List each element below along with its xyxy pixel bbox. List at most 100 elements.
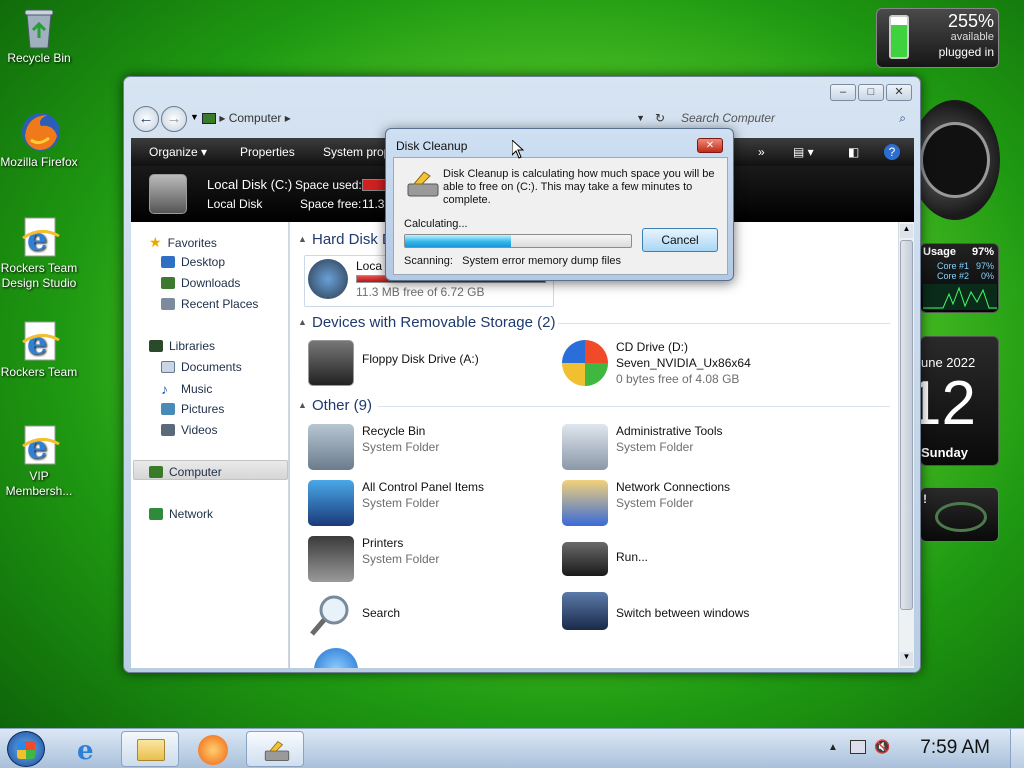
control-panel-item[interactable]: All Control Panel Items System Folder	[308, 480, 484, 526]
media-player-icon	[198, 735, 228, 765]
taskbar-explorer-button[interactable]	[121, 731, 179, 767]
minimize-button[interactable]: –	[830, 84, 856, 101]
nav-downloads[interactable]: Downloads	[161, 276, 240, 290]
nav-pictures[interactable]: Pictures	[161, 402, 224, 416]
disk-cleanup-dialog[interactable]: Disk Cleanup ✕ Disk Cleanup is calculati…	[385, 128, 734, 281]
downloads-icon	[161, 277, 175, 289]
start-button[interactable]	[7, 731, 45, 767]
nav-network[interactable]: Network	[149, 507, 213, 521]
group-hard-disk[interactable]: Hard Disk D	[312, 231, 393, 248]
network-tray-icon[interactable]	[850, 740, 866, 754]
local-disk-free: 11.3 MB free of 6.72 GB	[356, 285, 485, 299]
search-placeholder: Search Computer	[681, 111, 776, 125]
cpu-usage-label: Usage	[923, 246, 957, 258]
collapse-hdd-icon[interactable]: ▲	[298, 234, 307, 244]
nav-music[interactable]: ♪ Music	[161, 381, 212, 397]
recent-pages-chevron-icon[interactable]: ▼	[190, 112, 199, 122]
collapse-other-icon[interactable]: ▲	[298, 400, 307, 410]
desktop-icon-recycle-bin[interactable]: Recycle Bin	[0, 6, 78, 66]
change-view-icon[interactable]: ▤ ▾	[793, 145, 814, 159]
libraries-icon	[149, 340, 163, 352]
forward-button[interactable]: →	[161, 106, 187, 132]
battery-power: plugged in	[938, 45, 994, 59]
nav-documents[interactable]: Documents	[161, 360, 242, 374]
item-name: Search	[362, 606, 401, 620]
run-icon	[562, 542, 608, 576]
desktop-icon-firefox[interactable]: Mozilla Firefox	[0, 110, 78, 170]
address-bar[interactable]: ▸ Computer ▸ ▼ ↻	[202, 107, 667, 129]
firefox-icon	[19, 110, 60, 152]
desktop-icon-vip[interactable]: e VIP Membersh...	[0, 424, 78, 499]
scroll-up-arrow-icon[interactable]: ▲	[900, 224, 913, 238]
nav-computer[interactable]: Computer	[149, 465, 222, 479]
ie-icon: e	[19, 216, 60, 258]
drive-icon	[149, 174, 187, 214]
switch-windows-icon	[562, 592, 608, 630]
nav-label: Documents	[181, 360, 242, 374]
cpu-gadget[interactable]: Usage 97% Core #1 97% Core #2 0%	[920, 243, 999, 313]
battery-gadget[interactable]: 255% available plugged in	[876, 8, 999, 68]
search-input[interactable]: Search Computer ⌕	[677, 107, 912, 129]
breadcrumb-computer[interactable]: Computer	[229, 111, 282, 125]
organize-button[interactable]: Organize ▾	[149, 145, 207, 159]
floppy-drive-icon	[308, 340, 354, 386]
group-other[interactable]: Other (9)	[312, 397, 372, 414]
nav-libraries[interactable]: Libraries	[149, 339, 215, 353]
nav-recent-places[interactable]: Recent Places	[161, 297, 258, 311]
nvidia-gadget[interactable]: !	[920, 487, 999, 542]
cd-drive-icon	[562, 340, 608, 386]
taskbar-clock[interactable]: 7:59 AM	[920, 737, 990, 759]
properties-button[interactable]: Properties	[240, 145, 295, 159]
collapse-removable-icon[interactable]: ▲	[298, 317, 307, 327]
calendar-gadget[interactable]: une 2022 12 Sunday	[907, 336, 999, 466]
network-connections-item[interactable]: Network Connections System Folder	[562, 480, 730, 526]
show-desktop-button[interactable]	[1010, 729, 1024, 768]
vertical-scrollbar[interactable]: ▲ ▼	[898, 222, 914, 668]
core2-value: 0%	[980, 271, 994, 281]
ie-item-partial[interactable]	[314, 648, 358, 668]
administrative-tools-item[interactable]: Administrative Tools System Folder	[562, 424, 723, 470]
scroll-thumb[interactable]	[900, 240, 913, 610]
videos-icon	[161, 424, 175, 436]
address-dropdown-icon[interactable]: ▼	[636, 107, 645, 129]
desktop-icon	[161, 256, 175, 268]
desktop-icon-rockers-team[interactable]: e Rockers Team	[0, 320, 78, 380]
nav-desktop[interactable]: Desktop	[161, 255, 225, 269]
maximize-button[interactable]: □	[858, 84, 884, 101]
nav-favorites[interactable]: ★ Favorites	[149, 234, 217, 251]
taskbar-media-player-button[interactable]	[184, 731, 242, 767]
refresh-icon[interactable]: ↻	[655, 107, 665, 129]
more-commands-button[interactable]: »	[758, 145, 765, 159]
dialog-title: Disk Cleanup	[396, 139, 468, 153]
cancel-button[interactable]: Cancel	[642, 228, 718, 252]
search-item[interactable]: Search	[308, 592, 400, 638]
recycle-bin-item[interactable]: Recycle Bin System Folder	[308, 424, 439, 470]
preview-pane-icon[interactable]: ◧	[848, 145, 859, 159]
taskbar-disk-cleanup-button[interactable]	[246, 731, 304, 767]
group-removable-storage[interactable]: Devices with Removable Storage (2)	[312, 314, 555, 331]
system-properties-button[interactable]: System prop	[323, 145, 390, 159]
volume-muted-icon[interactable]: 🔇	[874, 739, 890, 755]
run-item[interactable]: Run...	[562, 536, 648, 576]
printers-item[interactable]: Printers System Folder	[308, 536, 439, 582]
cd-drive-item[interactable]: CD Drive (D:) Seven_NVIDIA_Ux86x64 0 byt…	[562, 340, 751, 386]
ie-icon: e	[19, 320, 60, 362]
help-icon[interactable]: ?	[884, 144, 900, 160]
item-type: System Folder	[362, 440, 440, 454]
dialog-close-button[interactable]: ✕	[697, 138, 723, 153]
floppy-drive-item[interactable]: Floppy Disk Drive (A:)	[308, 340, 479, 386]
content-pane: ▲ Hard Disk D Loca 11.3 MB free of 6.72 …	[290, 222, 898, 668]
nav-videos[interactable]: Videos	[161, 423, 217, 437]
close-button[interactable]: ✕	[886, 84, 912, 101]
nav-label: Recent Places	[181, 297, 259, 311]
back-button[interactable]: ←	[133, 106, 159, 132]
taskbar-ie-button[interactable]: e	[62, 731, 120, 767]
scroll-down-arrow-icon[interactable]: ▼	[900, 652, 913, 666]
nav-label: Desktop	[181, 255, 226, 269]
show-hidden-icons-icon[interactable]: ▲	[828, 742, 838, 753]
desktop-icon-rockers-design[interactable]: e Rockers Team Design Studio	[0, 216, 78, 291]
hard-drive-icon	[308, 259, 348, 299]
clock-gadget[interactable]	[910, 100, 1000, 220]
recent-places-icon	[161, 298, 175, 310]
switch-windows-item[interactable]: Switch between windows	[562, 592, 749, 630]
